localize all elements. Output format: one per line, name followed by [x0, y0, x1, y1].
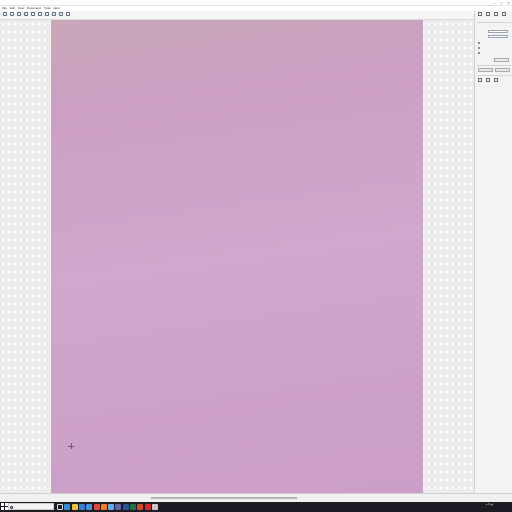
panel-copy-tool[interactable]	[485, 78, 491, 86]
taskbar-edge-icon[interactable]	[64, 504, 71, 510]
panel-lower-button-2[interactable]	[495, 68, 510, 72]
taskbar-mail-icon[interactable]	[86, 504, 93, 510]
panel-page-tool[interactable]	[477, 78, 483, 86]
panel-divider	[477, 65, 511, 66]
minimize-button[interactable]: —	[492, 1, 497, 5]
select-icon	[478, 12, 482, 16]
zoom-out-icon	[51, 12, 56, 16]
panel-layers-tool[interactable]	[493, 78, 499, 86]
panel-divider	[477, 22, 511, 23]
option-checkbox-3[interactable]	[478, 52, 480, 54]
taskbar-teams-icon[interactable]	[115, 504, 122, 510]
taskbar-photos-icon[interactable]	[108, 504, 115, 510]
taskbar-task-view-icon[interactable]	[57, 504, 63, 510]
toolbar-zoom-in-button[interactable]	[43, 12, 50, 19]
save-icon	[9, 12, 14, 16]
width-field[interactable]	[488, 30, 508, 33]
apply-button[interactable]	[494, 58, 509, 62]
open-icon	[2, 12, 7, 16]
toolbar	[0, 11, 512, 20]
taskbar-active-app-icon[interactable]	[151, 504, 158, 510]
panel-tool-select[interactable]	[477, 12, 483, 20]
image-icon	[37, 12, 42, 16]
close-button[interactable]: ✕	[506, 1, 511, 5]
fill-icon	[502, 12, 506, 16]
taskbar-chrome-icon[interactable]	[93, 504, 100, 510]
toolbar-zoom-out-button[interactable]	[50, 12, 57, 19]
toolbar-open-button[interactable]	[1, 12, 8, 19]
toolbar-edit-button[interactable]	[29, 12, 36, 19]
search-icon	[10, 505, 13, 509]
maximize-button[interactable]: □	[499, 1, 504, 5]
height-field[interactable]	[488, 35, 508, 38]
page-icon	[478, 78, 482, 82]
taskbar-store-icon[interactable]	[78, 504, 85, 510]
toolbar-save-button[interactable]	[8, 12, 15, 19]
panel-tool-draw[interactable]	[485, 12, 491, 20]
taskbar-excel-icon[interactable]	[130, 504, 136, 510]
toolbar-image-button[interactable]	[36, 12, 43, 19]
panel-divider	[477, 75, 511, 76]
start-button[interactable]	[1, 503, 8, 510]
taskbar-word-icon[interactable]	[122, 504, 129, 510]
option-checkbox-2[interactable]	[478, 47, 480, 49]
toolbar-page-button[interactable]	[57, 12, 64, 19]
option-checkbox-1[interactable]	[478, 42, 480, 44]
tray-icons[interactable]: ▴ ⊡ ◢	[486, 503, 492, 506]
toolbar-print-button[interactable]	[15, 12, 22, 19]
taskbar-acrobat-icon[interactable]	[144, 504, 151, 510]
taskbar-file-explorer-icon[interactable]	[71, 504, 78, 510]
draw-icon	[486, 12, 490, 16]
text-icon	[23, 12, 28, 16]
zoom-in-icon	[44, 12, 49, 16]
taskbar-search-input[interactable]	[8, 503, 54, 510]
panel-tool-fill[interactable]	[501, 12, 507, 20]
print-icon	[16, 12, 21, 16]
panel-lower-button-1[interactable]	[478, 68, 493, 72]
panel-tool-crop[interactable]	[493, 12, 499, 20]
page-icon	[58, 12, 63, 16]
taskbar-firefox-icon[interactable]	[100, 504, 107, 510]
crosshair-cursor-icon	[68, 443, 74, 449]
crop-icon	[494, 12, 498, 16]
layers-icon	[494, 78, 498, 82]
copy-icon	[486, 78, 490, 82]
horizontal-scrollbar[interactable]	[151, 497, 297, 499]
edit-icon	[30, 12, 35, 16]
settings-icon	[65, 12, 70, 16]
toolbar-settings-button[interactable]	[64, 12, 71, 19]
taskbar-powerpoint-icon[interactable]	[137, 504, 144, 510]
properties-panel	[474, 11, 512, 493]
toolbar-text-button[interactable]	[22, 12, 29, 19]
document-page[interactable]	[51, 20, 423, 493]
